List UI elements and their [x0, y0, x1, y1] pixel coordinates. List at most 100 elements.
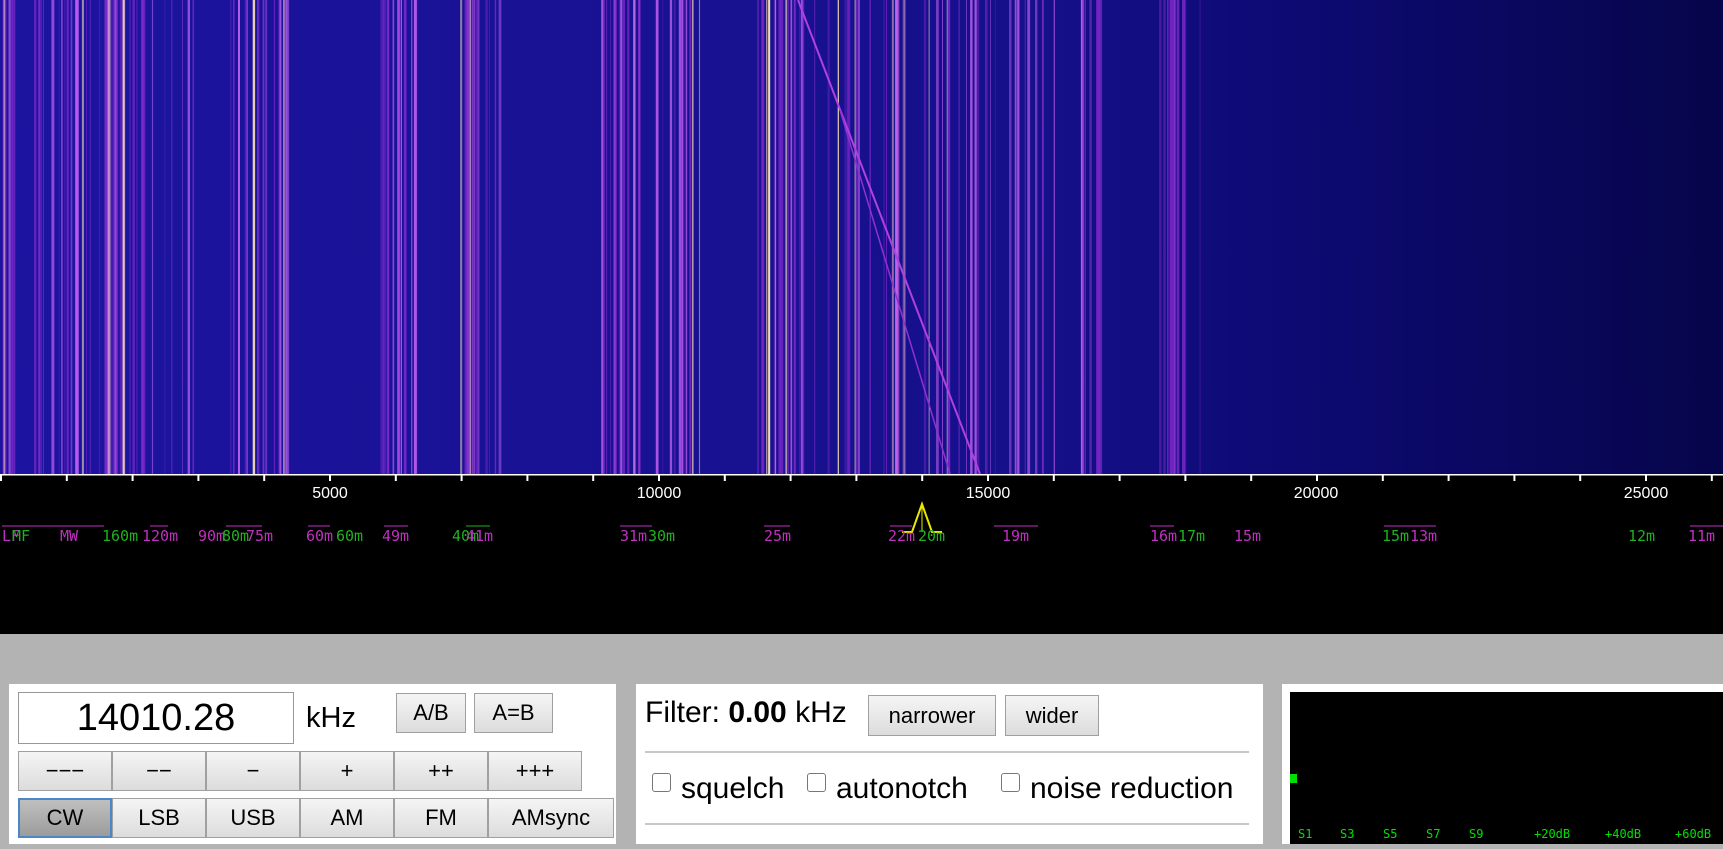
- waterfall-streak: [265, 0, 267, 474]
- step-up-medium-button[interactable]: ++: [394, 751, 488, 791]
- waterfall-streak: [692, 0, 694, 474]
- waterfall-canvas[interactable]: [0, 0, 1723, 474]
- waterfall-streak: [627, 0, 630, 474]
- waterfall-streak: [698, 0, 701, 474]
- waterfall-streak: [1082, 0, 1085, 474]
- waterfall-streak: [966, 0, 967, 474]
- band-label-12m[interactable]: 12m: [1628, 527, 1655, 545]
- waterfall-streak: [129, 0, 131, 474]
- waterfall-streak: [936, 0, 939, 474]
- waterfall-streak: [602, 0, 604, 474]
- mode-usb-button[interactable]: USB: [206, 798, 300, 838]
- waterfall-streak: [58, 0, 60, 474]
- waterfall-streak: [633, 0, 636, 474]
- waterfall-streak: [618, 0, 621, 474]
- band-label-25m[interactable]: 25m: [764, 527, 791, 545]
- mode-amsync-button[interactable]: AMsync: [488, 798, 614, 838]
- waterfall-streak: [142, 0, 145, 474]
- mode-fm-button[interactable]: FM: [394, 798, 488, 838]
- band-label-60m-a[interactable]: 60m: [306, 527, 333, 545]
- band-label-mw[interactable]: MW: [60, 527, 79, 545]
- waterfall-streak: [122, 0, 125, 474]
- waterfall-streak: [970, 0, 973, 474]
- waterfall-streak: [1096, 0, 1098, 474]
- mode-lsb-button[interactable]: LSB: [112, 798, 206, 838]
- waterfall-streak: [477, 0, 480, 474]
- waterfall-streak: [86, 0, 87, 474]
- waterfall-streak: [3, 0, 6, 474]
- waterfall-streak: [171, 0, 173, 474]
- band-label-20m[interactable]: 20m: [918, 527, 945, 545]
- waterfall-streak: [622, 0, 625, 474]
- frequency-scale-canvas[interactable]: 5000 10000 15000 20000 25000 LF MF MW 16…: [0, 474, 1723, 634]
- noise-reduction-checkbox[interactable]: noise reduction: [1001, 772, 1233, 806]
- smeter-label-s5: S5: [1383, 827, 1397, 841]
- band-label-17m[interactable]: 17m: [1178, 527, 1205, 545]
- autonotch-checkbox-box[interactable]: [807, 773, 826, 792]
- mode-am-button[interactable]: AM: [300, 798, 394, 838]
- squelch-checkbox[interactable]: squelch: [652, 772, 784, 806]
- vfo-ab-button[interactable]: A/B: [396, 693, 466, 733]
- scale-label-10000: 10000: [637, 485, 682, 502]
- band-label-160m[interactable]: 160m: [102, 527, 138, 545]
- band-label-120m[interactable]: 120m: [142, 527, 178, 545]
- waterfall-streak: [790, 0, 793, 474]
- waterfall-streak: [287, 0, 290, 474]
- noise-reduction-checkbox-box[interactable]: [1001, 773, 1020, 792]
- step-down-large-button[interactable]: −−−: [18, 751, 112, 791]
- smeter-level-bar: [1290, 774, 1297, 783]
- filter-narrower-button[interactable]: narrower: [868, 695, 996, 736]
- band-label-60m-b[interactable]: 60m: [336, 527, 363, 545]
- waterfall-streak: [386, 0, 390, 474]
- waterfall-streak: [136, 0, 138, 474]
- waterfall-streak: [1090, 0, 1092, 474]
- band-label-19m[interactable]: 19m: [1002, 527, 1029, 545]
- band-label-16m[interactable]: 16m: [1150, 527, 1177, 545]
- band-label-75m[interactable]: 75m: [246, 527, 273, 545]
- waterfall-streak: [1099, 0, 1103, 474]
- waterfall-streak: [883, 0, 885, 474]
- autonotch-checkbox[interactable]: autonotch: [807, 772, 968, 806]
- waterfall-streak: [1085, 0, 1086, 474]
- waterfall-streak: [81, 0, 84, 474]
- waterfall-streak: [768, 0, 771, 474]
- waterfall-streak: [802, 0, 805, 474]
- frequency-mode-panel: 14010.28 kHz A/B A=B −−− −− − + ++ +++ C…: [9, 684, 616, 844]
- waterfall-display[interactable]: [0, 0, 1723, 474]
- waterfall-streak: [942, 0, 943, 474]
- waterfall-streak: [923, 0, 925, 474]
- waterfall-streak: [233, 0, 235, 474]
- band-label-mf[interactable]: MF: [12, 527, 30, 545]
- waterfall-streak: [1182, 0, 1185, 474]
- step-down-medium-button[interactable]: −−: [112, 751, 206, 791]
- band-label-30m[interactable]: 30m: [648, 527, 675, 545]
- band-label-22m[interactable]: 22m: [888, 527, 915, 545]
- waterfall-streak: [230, 0, 232, 474]
- scale-label-25000: 25000: [1624, 485, 1669, 502]
- band-label-49m[interactable]: 49m: [382, 527, 409, 545]
- step-up-small-button[interactable]: +: [300, 751, 394, 791]
- band-label-11m[interactable]: 11m: [1688, 527, 1715, 545]
- waterfall-streak: [76, 0, 79, 474]
- filter-bandwidth-value: 0.00: [728, 696, 787, 729]
- band-label-15m[interactable]: 15m: [1382, 527, 1409, 545]
- frequency-scale[interactable]: 5000 10000 15000 20000 25000 LF MF MW 16…: [0, 474, 1723, 634]
- waterfall-streak: [187, 0, 190, 474]
- band-label-31m[interactable]: 31m: [620, 527, 647, 545]
- waterfall-streak: [498, 0, 502, 474]
- filter-wider-button[interactable]: wider: [1005, 695, 1099, 736]
- waterfall-streak: [401, 0, 402, 474]
- frequency-input[interactable]: 14010.28: [18, 692, 294, 744]
- squelch-checkbox-box[interactable]: [652, 773, 671, 792]
- waterfall-streak: [38, 0, 41, 474]
- waterfall-streak: [757, 0, 760, 474]
- band-label-41m[interactable]: 41m: [466, 527, 493, 545]
- step-up-large-button[interactable]: +++: [488, 751, 582, 791]
- step-down-small-button[interactable]: −: [206, 751, 300, 791]
- waterfall-streak: [1089, 0, 1091, 474]
- band-label-13m[interactable]: 13m: [1410, 527, 1437, 545]
- vfo-aeqb-button[interactable]: A=B: [474, 693, 553, 733]
- mode-cw-button[interactable]: CW: [18, 798, 112, 838]
- band-label-15m-b[interactable]: 15m: [1234, 527, 1261, 545]
- waterfall-streak: [273, 0, 276, 474]
